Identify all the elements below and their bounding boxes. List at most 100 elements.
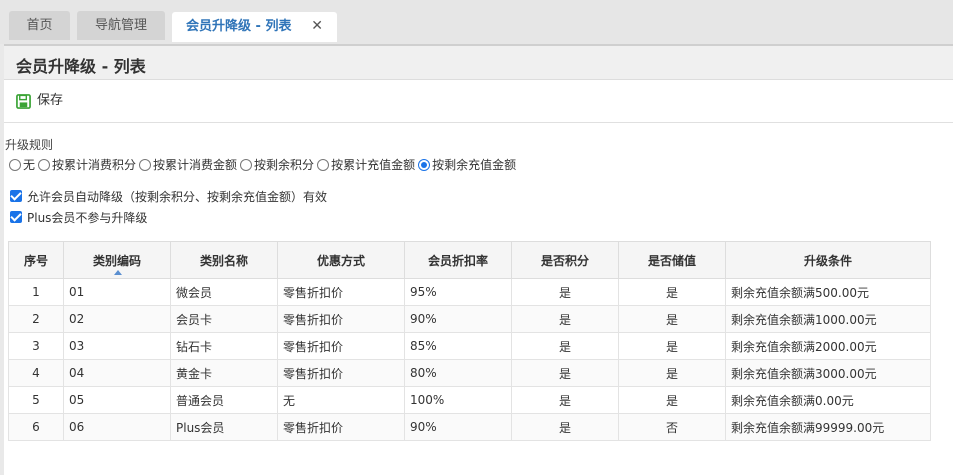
page-content: 会员升降级 - 列表 保存 升级规则 无 按累计消费积分 按累计消费金额 按剩余… xyxy=(4,44,953,475)
cell-upgrade-condition: 剩余充值余额满0.00元 xyxy=(725,386,931,414)
cell-name: 微会员 xyxy=(170,278,278,306)
radio-none[interactable]: 无 xyxy=(9,156,35,173)
radio-indicator[interactable] xyxy=(139,158,152,171)
radio-indicator[interactable] xyxy=(317,158,330,171)
radio-accumulated-recharge[interactable]: 按累计充值金额 xyxy=(317,156,415,173)
cell-index: 2 xyxy=(8,305,64,333)
cell-discount-rate: 95% xyxy=(404,278,512,306)
radio-indicator-selected[interactable] xyxy=(418,158,431,171)
upgrade-rule-label: 升级规则 xyxy=(5,138,54,152)
cell-discount-type: 零售折扣价 xyxy=(277,332,405,360)
cell-upgrade-condition: 剩余充值余额满1000.00元 xyxy=(725,305,931,333)
col-header-index[interactable]: 序号 xyxy=(8,241,64,279)
radio-label: 按剩余积分 xyxy=(254,158,315,172)
checkbox-label: 允许会员自动降级（按剩余积分、按剩余充值金额）有效 xyxy=(27,189,328,204)
tab-member-level-list[interactable]: 会员升降级 - 列表 ✕ xyxy=(172,12,337,42)
radio-remaining-recharge[interactable]: 按剩余充值金额 xyxy=(418,156,516,173)
cell-stored-value: 是 xyxy=(618,359,726,387)
col-header-discount-type[interactable]: 优惠方式 xyxy=(277,241,405,279)
cell-index: 5 xyxy=(8,386,64,414)
member-level-table: 序号 类别编码 类别名称 优惠方式 会员折扣率 是否积分 是否储值 升级条件 1… xyxy=(8,241,931,441)
col-header-label: 类别编码 xyxy=(92,253,141,268)
cell-discount-type: 零售折扣价 xyxy=(277,305,405,333)
tab-nav-management[interactable]: 导航管理 xyxy=(77,11,165,40)
cell-discount-rate: 90% xyxy=(404,305,512,333)
cell-index: 6 xyxy=(8,413,64,441)
cell-name: 钻石卡 xyxy=(170,332,278,360)
checkbox-plus-exempt[interactable]: Plus会员不参与升降级 xyxy=(10,207,327,227)
table-row[interactable]: 4 04 黄金卡 零售折扣价 80% 是 是 剩余充值余额满3000.00元 xyxy=(8,359,931,387)
cell-index: 4 xyxy=(8,359,64,387)
col-header-stored-value[interactable]: 是否储值 xyxy=(618,241,726,279)
sort-asc-icon[interactable] xyxy=(114,270,122,275)
col-header-points[interactable]: 是否积分 xyxy=(511,241,619,279)
cell-points: 是 xyxy=(511,386,619,414)
col-header-name[interactable]: 类别名称 xyxy=(170,241,278,279)
cell-discount-rate: 85% xyxy=(404,332,512,360)
table-row[interactable]: 2 02 会员卡 零售折扣价 90% 是 是 剩余充值余额满1000.00元 xyxy=(8,305,931,333)
tab-label: 会员升降级 - 列表 xyxy=(186,19,292,34)
cell-upgrade-condition: 剩余充值余额满99999.00元 xyxy=(725,413,931,441)
radio-label: 无 xyxy=(23,158,36,172)
cell-upgrade-condition: 剩余充值余额满2000.00元 xyxy=(725,332,931,360)
cell-code-link[interactable]: 01 xyxy=(63,278,171,306)
tab-home[interactable]: 首页 xyxy=(9,11,70,40)
page-header: 会员升降级 - 列表 xyxy=(4,46,953,80)
checkbox-checked[interactable] xyxy=(10,190,22,202)
save-icon xyxy=(16,93,31,109)
cell-points: 是 xyxy=(511,305,619,333)
save-button[interactable]: 保存 xyxy=(16,91,63,111)
cell-stored-value: 否 xyxy=(618,413,726,441)
cell-discount-type: 零售折扣价 xyxy=(277,359,405,387)
cell-discount-rate: 90% xyxy=(404,413,512,441)
save-label: 保存 xyxy=(37,93,64,108)
cell-code-link[interactable]: 02 xyxy=(63,305,171,333)
cell-code-link[interactable]: 04 xyxy=(63,359,171,387)
table-row[interactable]: 1 01 微会员 零售折扣价 95% 是 是 剩余充值余额满500.00元 xyxy=(8,278,931,306)
checkbox-auto-downgrade[interactable]: 允许会员自动降级（按剩余积分、按剩余充值金额）有效 xyxy=(10,186,327,206)
radio-indicator[interactable] xyxy=(38,158,51,171)
cell-index: 3 xyxy=(8,332,64,360)
close-icon[interactable]: ✕ xyxy=(311,12,323,41)
radio-indicator[interactable] xyxy=(9,158,21,171)
cell-name: Plus会员 xyxy=(170,413,278,441)
cell-name: 普通会员 xyxy=(170,386,278,414)
radio-accumulated-amount[interactable]: 按累计消费金额 xyxy=(139,156,237,173)
cell-code-link[interactable]: 05 xyxy=(63,386,171,414)
cell-stored-value: 是 xyxy=(618,332,726,360)
cell-discount-rate: 80% xyxy=(404,359,512,387)
table-row[interactable]: 5 05 普通会员 无 100% 是 是 剩余充值余额满0.00元 xyxy=(8,386,931,414)
radio-indicator[interactable] xyxy=(240,158,253,171)
checkbox-checked[interactable] xyxy=(10,211,22,223)
col-header-discount-rate[interactable]: 会员折扣率 xyxy=(404,241,512,279)
cell-upgrade-condition: 剩余充值余额满500.00元 xyxy=(725,278,931,306)
col-header-code[interactable]: 类别编码 xyxy=(63,241,171,279)
col-header-upgrade-condition[interactable]: 升级条件 xyxy=(725,241,931,279)
cell-points: 是 xyxy=(511,332,619,360)
upgrade-rule-radio-group: 无 按累计消费积分 按累计消费金额 按剩余积分 按累计充值金额 按剩余充值金额 xyxy=(9,156,519,173)
cell-index: 1 xyxy=(8,278,64,306)
cell-name: 黄金卡 xyxy=(170,359,278,387)
cell-code-link[interactable]: 03 xyxy=(63,332,171,360)
cell-discount-type: 零售折扣价 xyxy=(277,413,405,441)
page-title: 会员升降级 - 列表 xyxy=(16,57,146,76)
cell-discount-rate: 100% xyxy=(404,386,512,414)
checkbox-label: Plus会员不参与升降级 xyxy=(27,210,148,225)
cell-code-link[interactable]: 06 xyxy=(63,413,171,441)
radio-label: 按剩余充值金额 xyxy=(432,158,517,172)
tab-bar: 首页 导航管理 会员升降级 - 列表 ✕ xyxy=(0,0,953,44)
radio-label: 按累计消费金额 xyxy=(153,158,238,172)
table-row[interactable]: 6 06 Plus会员 零售折扣价 90% 是 否 剩余充值余额满99999.0… xyxy=(8,413,931,441)
tab-label: 导航管理 xyxy=(94,18,147,33)
radio-label: 按累计消费积分 xyxy=(52,158,137,172)
tab-label: 首页 xyxy=(26,18,53,33)
radio-label: 按累计充值金额 xyxy=(331,158,416,172)
radio-accumulated-points[interactable]: 按累计消费积分 xyxy=(38,156,136,173)
cell-points: 是 xyxy=(511,278,619,306)
cell-name: 会员卡 xyxy=(170,305,278,333)
cell-discount-type: 无 xyxy=(277,386,405,414)
options-checkbox-group: 允许会员自动降级（按剩余积分、按剩余充值金额）有效 Plus会员不参与升降级 xyxy=(10,186,327,228)
radio-remaining-points[interactable]: 按剩余积分 xyxy=(240,156,314,173)
cell-points: 是 xyxy=(511,413,619,441)
table-row[interactable]: 3 03 钻石卡 零售折扣价 85% 是 是 剩余充值余额满2000.00元 xyxy=(8,332,931,360)
